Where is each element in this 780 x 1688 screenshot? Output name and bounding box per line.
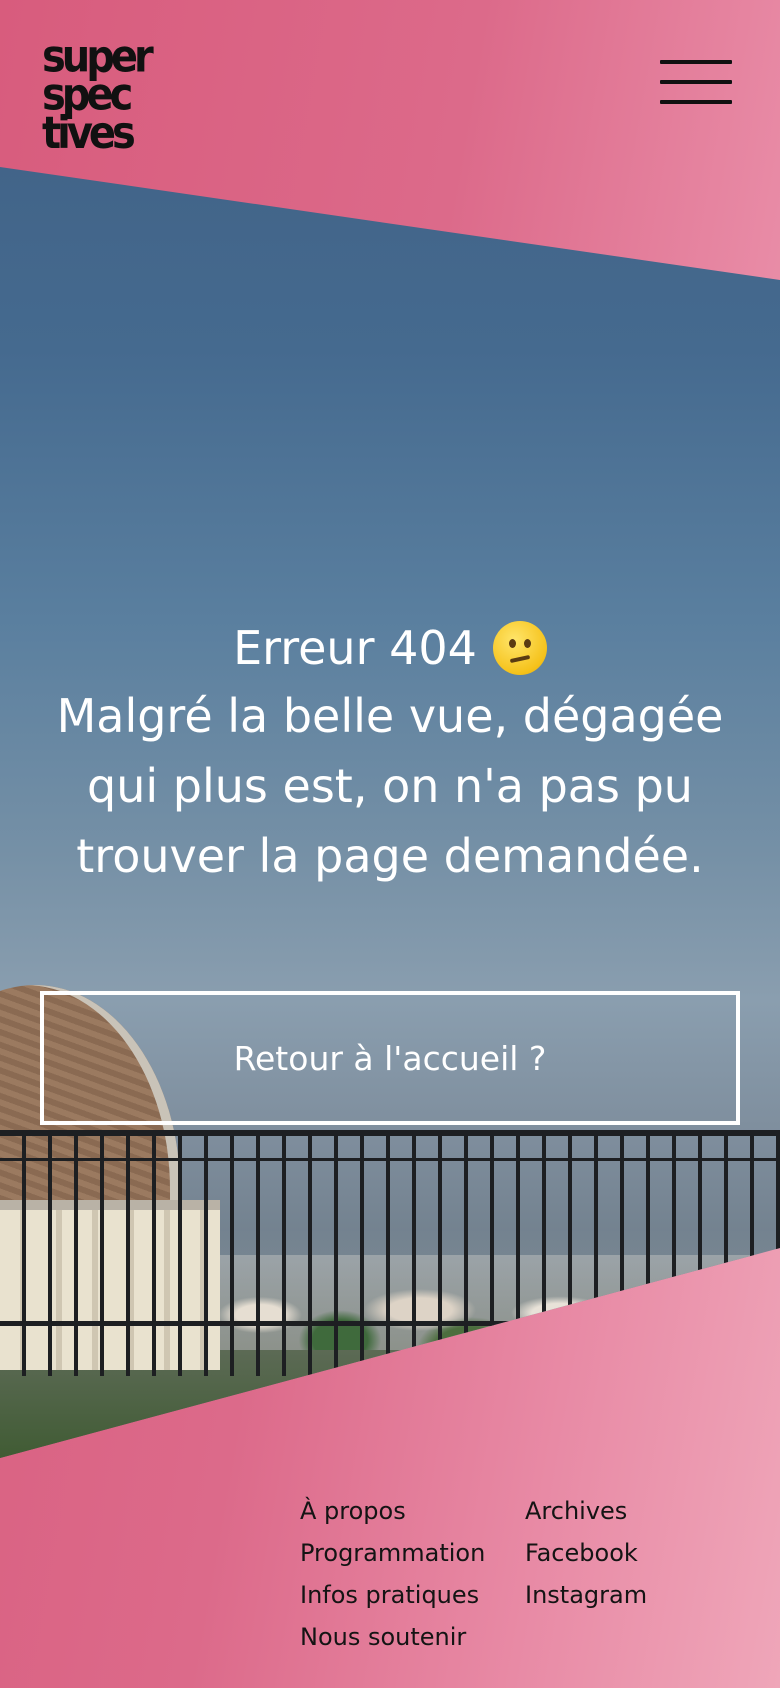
menu-bar <box>660 60 732 64</box>
error-message: Malgré la belle vue, dégagée qui plus es… <box>56 689 724 883</box>
footer-nav: À propos Programmation Infos pratiques N… <box>300 1490 740 1658</box>
footer-link-programme[interactable]: Programmation <box>300 1532 525 1574</box>
footer-link-archives[interactable]: Archives <box>525 1490 740 1532</box>
footer-link-practical-info[interactable]: Infos pratiques <box>300 1574 525 1616</box>
back-home-button[interactable]: Retour à l'accueil ? <box>40 991 740 1125</box>
error-block: Erreur 404 Malgré la belle vue, dégagée … <box>0 615 780 891</box>
menu-bar <box>660 100 732 104</box>
menu-bar <box>660 80 732 84</box>
footer-link-about[interactable]: À propos <box>300 1490 525 1532</box>
footer-column-1: À propos Programmation Infos pratiques N… <box>300 1490 525 1658</box>
footer-column-2: Archives Facebook Instagram <box>525 1490 740 1658</box>
hamburger-menu-icon[interactable] <box>660 58 732 106</box>
logo-line: tives <box>42 107 136 159</box>
footer-link-instagram[interactable]: Instagram <box>525 1574 740 1616</box>
error-title: Erreur 404 <box>233 621 477 675</box>
footer-link-support[interactable]: Nous soutenir <box>300 1616 525 1658</box>
confused-face-icon <box>492 621 547 675</box>
footer-link-facebook[interactable]: Facebook <box>525 1532 740 1574</box>
error-title-row: Erreur 404 <box>0 615 780 681</box>
site-logo[interactable]: super spec tives <box>42 35 162 159</box>
